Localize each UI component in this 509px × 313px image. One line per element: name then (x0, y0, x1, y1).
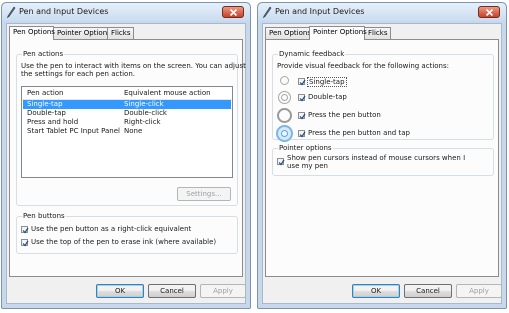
group-label: Dynamic feedback (278, 50, 346, 58)
title-bar[interactable]: Pen and Input Devices (258, 3, 506, 21)
feedback-ring-icon (280, 76, 289, 85)
tab-pen-options[interactable]: Pen Options (9, 26, 55, 40)
cancel-button[interactable]: Cancel (148, 284, 196, 298)
checkbox-label: Use the pen button as a right-click equi… (31, 225, 192, 233)
pen-actions-list[interactable]: Pen action Equivalent mouse action Singl… (21, 86, 233, 178)
description-line: the settings for each pen action. (21, 70, 135, 78)
ok-button[interactable]: OK (352, 284, 400, 298)
group-label: Pen buttons (22, 212, 66, 220)
pen-icon (7, 6, 16, 18)
feedback-ring-icon (278, 91, 291, 104)
description-text: Provide visual feedback for the followin… (277, 62, 449, 70)
double-tap-checkbox[interactable] (298, 94, 306, 102)
tab-pointer-options[interactable]: Pointer Options (309, 26, 367, 40)
group-label: Pen actions (22, 50, 65, 58)
press-pen-button-checkbox[interactable] (298, 112, 306, 120)
checkmark-icon (299, 79, 306, 86)
close-button[interactable] (478, 6, 500, 18)
checkmark-icon (22, 240, 29, 247)
single-tap-checkbox[interactable] (298, 78, 306, 86)
pointer-options-group: Pointer options Show pen cursors instead… (272, 144, 494, 176)
window-title: Pen and Input Devices (19, 7, 109, 16)
dynamic-feedback-group: Dynamic feedback Provide visual feedback… (272, 50, 494, 142)
checkbox-label: Double-tap (308, 93, 347, 101)
tab-pointer-options[interactable]: Pointer Options (53, 27, 111, 39)
apply-button[interactable]: Apply (200, 284, 246, 298)
pen-actions-group: Pen actions Use the pen to interact with… (16, 50, 246, 206)
pen-input-window-right: Pen and Input Devices Pen Options Pointe… (257, 2, 507, 309)
tab-flicks[interactable]: Flicks (364, 27, 391, 39)
list-row-double-tap[interactable]: Double-tap Double-click (23, 109, 231, 118)
tab-flicks[interactable]: Flicks (107, 27, 134, 39)
column-header-pen-action[interactable]: Pen action (27, 89, 64, 98)
dialog-client: Pen Options Pointer Options Flicks Pen a… (6, 23, 246, 304)
title-bar[interactable]: Pen and Input Devices (2, 3, 250, 21)
checkmark-icon (299, 113, 306, 120)
show-pen-cursors-checkbox[interactable] (277, 158, 285, 166)
tab-pen-options[interactable]: Pen Options (265, 27, 311, 39)
pen-input-window-left: Pen and Input Devices Pen Options Pointe… (1, 2, 251, 309)
apply-button[interactable]: Apply (456, 284, 502, 298)
cancel-button[interactable]: Cancel (404, 284, 452, 298)
checkmark-icon (299, 95, 306, 102)
tab-panel: Dynamic feedback Provide visual feedback… (265, 39, 499, 277)
press-button-and-tap-checkbox[interactable] (298, 130, 306, 138)
window-title: Pen and Input Devices (275, 7, 365, 16)
checkbox-label: Press the pen button (308, 111, 381, 119)
tab-panel: Pen actions Use the pen to interact with… (9, 39, 246, 277)
settings-button[interactable]: Settings... (177, 187, 231, 201)
checkmark-icon (299, 131, 306, 138)
checkmark-icon (278, 159, 285, 166)
feedback-ring-icon (276, 125, 293, 142)
close-icon (229, 9, 238, 16)
list-row-press-and-hold[interactable]: Press and hold Right-click (23, 118, 231, 127)
checkbox-label: Press the pen button and tap (308, 129, 410, 137)
checkmark-icon (22, 227, 29, 234)
dialog-client: Pen Options Pointer Options Flicks Dynam… (262, 23, 502, 304)
close-icon (485, 9, 494, 16)
pen-icon (263, 6, 272, 18)
list-header: Pen action Equivalent mouse action (22, 87, 232, 100)
list-row-single-tap[interactable]: Single-tap Single-click (23, 100, 231, 109)
ok-button[interactable]: OK (96, 284, 144, 298)
list-row-input-panel[interactable]: Start Tablet PC Input Panel None (23, 127, 231, 136)
group-label: Pointer options (278, 144, 333, 152)
pen-buttons-group: Pen buttons Use the pen button as a righ… (16, 212, 238, 254)
checkbox-label: Use the top of the pen to erase ink (whe… (31, 238, 217, 246)
column-header-mouse-action[interactable]: Equivalent mouse action (124, 89, 211, 98)
checkbox-label: Single-tap (307, 77, 347, 87)
checkbox-label: use my pen (287, 162, 328, 170)
feedback-ring-icon (277, 108, 292, 123)
erase-ink-checkbox[interactable] (21, 239, 29, 247)
right-click-checkbox[interactable] (21, 226, 29, 234)
close-button[interactable] (222, 6, 244, 18)
